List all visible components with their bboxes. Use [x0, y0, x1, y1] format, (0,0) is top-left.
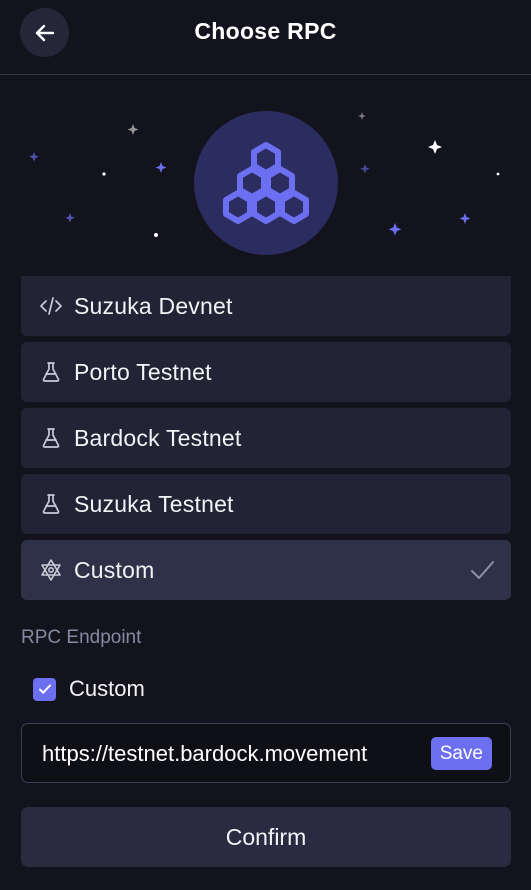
hexagram-icon	[38, 558, 63, 583]
header: Choose RPC	[0, 0, 531, 75]
checkmark-icon	[471, 561, 494, 579]
flask-icon	[38, 426, 63, 451]
flask-icon	[38, 492, 63, 517]
flask-icon	[38, 360, 63, 385]
network-label: Custom	[74, 556, 155, 583]
network-label: Suzuka Testnet	[74, 490, 234, 517]
network-logo	[194, 111, 338, 255]
rpc-url-input[interactable]	[42, 734, 427, 774]
custom-checkbox-row[interactable]: Custom	[33, 676, 145, 702]
page-title: Choose RPC	[194, 18, 337, 44]
hexagon-cluster-logo	[223, 142, 309, 224]
network-label: Bardock Testnet	[74, 424, 242, 451]
confirm-button[interactable]: Confirm	[21, 807, 511, 867]
network-item-custom[interactable]: Custom	[21, 540, 511, 600]
network-item-suzuka-devnet[interactable]: Suzuka Devnet	[21, 276, 511, 336]
network-item-bardock-testnet[interactable]: Bardock Testnet	[21, 408, 511, 468]
rpc-url-field: Save	[21, 723, 511, 783]
checkbox-check-icon	[38, 684, 51, 694]
save-button[interactable]: Save	[430, 737, 492, 770]
network-label: Suzuka Devnet	[74, 292, 233, 319]
rpc-endpoint-label: RPC Endpoint	[21, 627, 142, 648]
custom-checkbox-label: Custom	[69, 676, 145, 701]
hero-banner	[0, 76, 531, 291]
network-item-porto-testnet[interactable]: Porto Testnet	[21, 342, 511, 402]
custom-checkbox[interactable]	[33, 677, 56, 701]
network-item-suzuka-testnet[interactable]: Suzuka Testnet	[21, 474, 511, 534]
code-icon	[38, 294, 63, 319]
network-label: Porto Testnet	[74, 358, 212, 385]
